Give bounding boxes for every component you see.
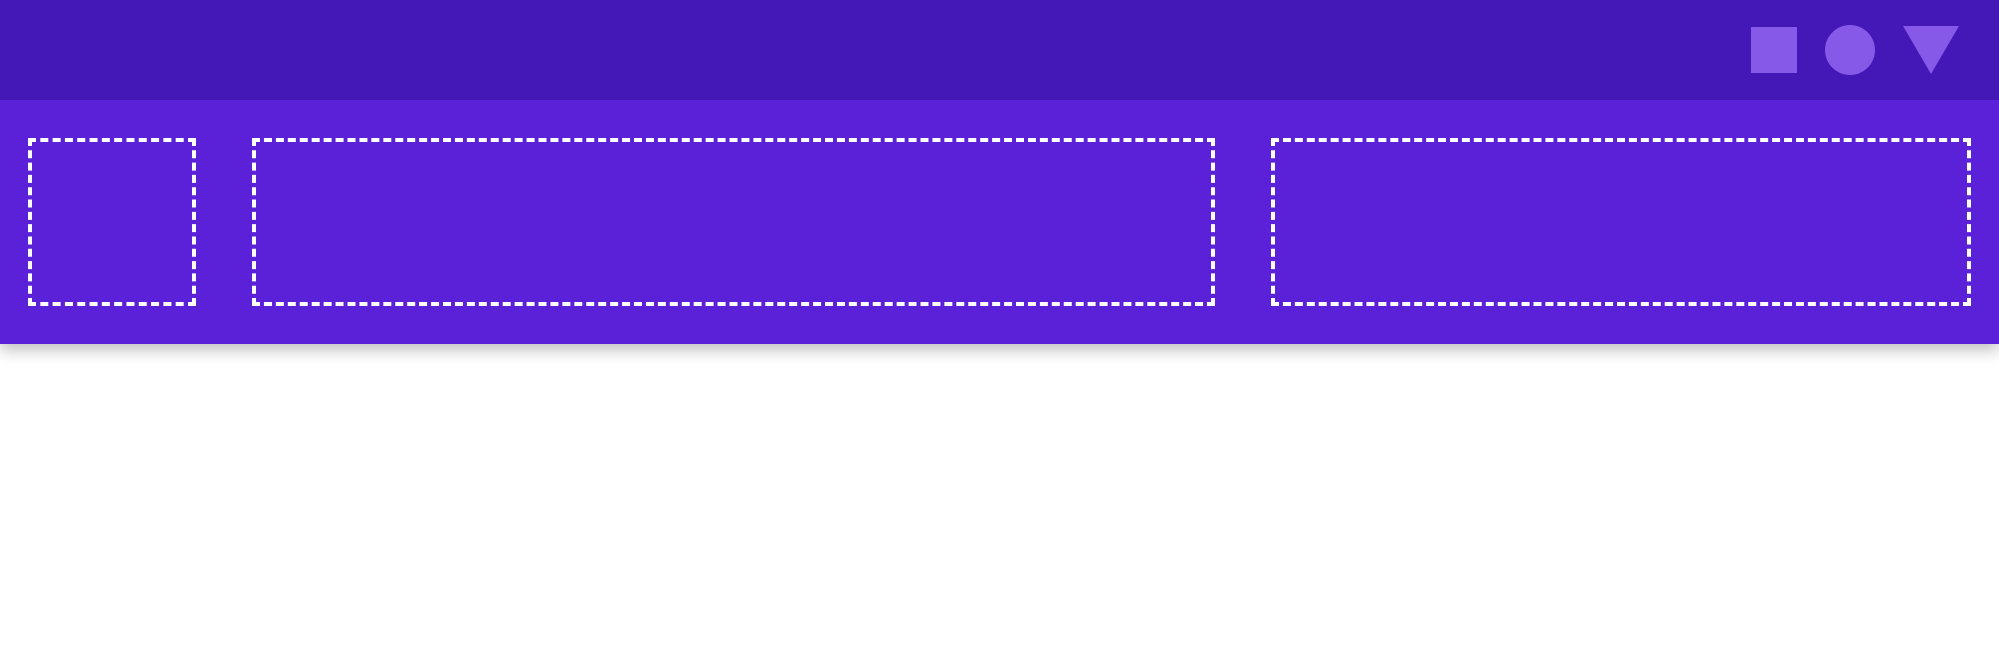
- action-items-slot[interactable]: [1271, 138, 1971, 306]
- app-bar-toolbar: [0, 100, 1999, 344]
- circle-icon: [1825, 25, 1875, 75]
- app-bar-container: [0, 0, 1999, 344]
- square-icon: [1751, 27, 1797, 73]
- navigation-icon-slot[interactable]: [28, 138, 196, 306]
- triangle-icon: [1903, 26, 1959, 74]
- status-bar: [0, 0, 1999, 100]
- title-slot: [252, 138, 1215, 306]
